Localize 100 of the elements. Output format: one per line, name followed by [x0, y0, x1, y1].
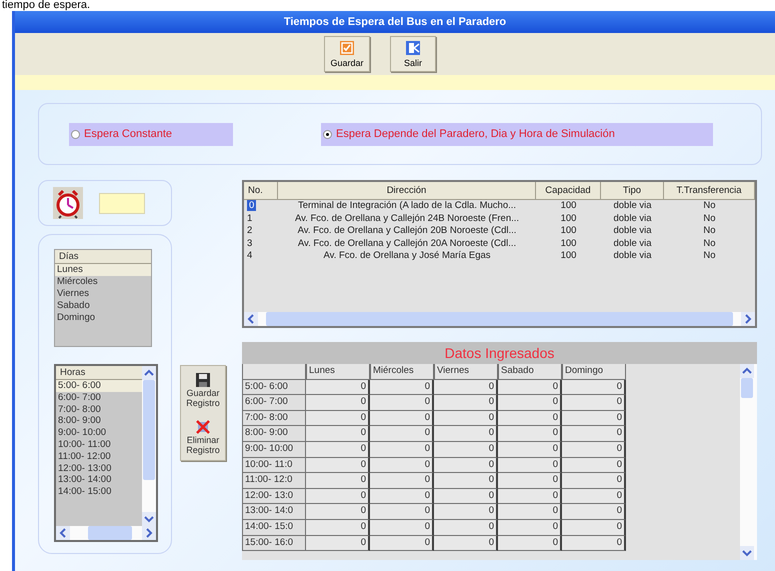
table-cell[interactable]: 0	[562, 473, 626, 489]
table-cell[interactable]: 0	[498, 380, 562, 396]
table-cell[interactable]: 0	[434, 426, 498, 442]
scroll-down-icon[interactable]	[740, 546, 754, 560]
scrollbar-thumb[interactable]	[741, 378, 753, 398]
table-cell[interactable]: 0	[498, 536, 562, 552]
scroll-right-icon[interactable]	[741, 312, 755, 326]
table-cell[interactable]: 0	[370, 426, 434, 442]
scroll-down-icon[interactable]	[142, 512, 156, 526]
scrollbar-thumb[interactable]	[88, 526, 132, 540]
table-cell[interactable]: 0	[562, 426, 626, 442]
table-cell[interactable]: 0	[562, 458, 626, 474]
table-cell[interactable]: 0	[434, 536, 498, 552]
hours-list[interactable]: Horas 5:00- 6:00 6:00- 7:00 7:00- 8:00 8:00- 9:00 9:00- 10:00 10:00- 11:00 11:00- 12:00 12:00- 13:00 13:00- 14:00 14:00- 15:00	[54, 364, 158, 542]
table-cell[interactable]: 0	[306, 380, 370, 396]
table-cell[interactable]: 0	[306, 410, 370, 426]
table-cell[interactable]: 0	[306, 473, 370, 489]
delete-record-button[interactable]: Eliminar Registro	[181, 418, 225, 454]
scroll-left-icon[interactable]	[56, 526, 70, 540]
table-cell[interactable]: 0	[370, 536, 434, 552]
table-cell[interactable]: 0	[306, 504, 370, 520]
row-number[interactable]: 0	[247, 200, 256, 211]
table-cell[interactable]: 0	[370, 442, 434, 458]
save-button[interactable]: Guardar	[324, 36, 370, 72]
scrollbar-thumb[interactable]	[266, 312, 733, 326]
list-item[interactable]: 13:00- 14:00	[56, 474, 142, 486]
scrollbar-thumb[interactable]	[143, 380, 155, 480]
row-number[interactable]: 1	[247, 212, 252, 224]
table-cell[interactable]: 0	[306, 442, 370, 458]
list-header[interactable]: Horas	[56, 366, 142, 380]
table-cell[interactable]: 0	[562, 380, 626, 396]
table-cell[interactable]: 0	[370, 410, 434, 426]
table-cell[interactable]: 0	[370, 488, 434, 504]
table-cell[interactable]: 0	[562, 488, 626, 504]
table-cell[interactable]: 0	[498, 426, 562, 442]
exit-button[interactable]: Salir	[390, 36, 436, 72]
table-cell[interactable]: 0	[434, 395, 498, 411]
table-cell[interactable]: 0	[434, 473, 498, 489]
save-record-button[interactable]: Guardar Registro	[181, 372, 225, 408]
list-header[interactable]: Días	[55, 250, 151, 264]
table-cell[interactable]: 0	[370, 504, 434, 520]
table-cell[interactable]: 0	[562, 520, 626, 536]
list-item[interactable]: 8:00- 9:00	[56, 415, 142, 428]
table-cell[interactable]: 0	[562, 442, 626, 458]
list-item[interactable]: 12:00- 13:00	[56, 462, 142, 474]
column-header[interactable]: No.	[244, 182, 278, 200]
list-item[interactable]: Lunes	[55, 264, 151, 276]
table-cell[interactable]: 0	[306, 488, 370, 504]
table-cell[interactable]: 0	[306, 536, 370, 552]
scroll-left-icon[interactable]	[244, 312, 258, 326]
table-cell[interactable]: 0	[434, 442, 498, 458]
row-number[interactable]: 4	[247, 250, 252, 261]
scroll-up-icon[interactable]	[740, 364, 754, 378]
row-number[interactable]: 3	[247, 238, 252, 248]
table-cell[interactable]: 0	[434, 520, 498, 536]
table-cell[interactable]: 0	[498, 395, 562, 411]
table-cell[interactable]: 0	[370, 520, 434, 536]
table-cell[interactable]: 0	[498, 410, 562, 426]
table-cell[interactable]: 0	[498, 442, 562, 458]
table-cell[interactable]: 0	[306, 426, 370, 442]
table-cell[interactable]: 0	[306, 458, 370, 474]
table-cell[interactable]: 0	[370, 395, 434, 411]
table-cell[interactable]: 0	[370, 458, 434, 474]
table-cell[interactable]: 0	[498, 488, 562, 504]
table-cell[interactable]: 0	[370, 380, 434, 396]
table-cell[interactable]: 0	[370, 473, 434, 489]
table-cell[interactable]: 0	[434, 488, 498, 504]
column-header[interactable]: Dirección	[278, 182, 536, 200]
table-cell[interactable]: 0	[562, 410, 626, 426]
list-item[interactable]: Miércoles	[55, 276, 151, 288]
table-cell[interactable]: 0	[306, 520, 370, 536]
column-header[interactable]: Tipo	[601, 182, 664, 200]
table-cell[interactable]: 0	[306, 395, 370, 411]
column-header[interactable]: Capacidad	[536, 182, 601, 200]
list-item[interactable]: 5:00- 6:00	[56, 380, 142, 392]
radio-button[interactable]	[71, 130, 80, 138]
list-item[interactable]: 7:00- 8:00	[56, 404, 142, 416]
list-item[interactable]: Viernes	[55, 288, 151, 300]
table-cell[interactable]: 0	[434, 380, 498, 396]
table-cell[interactable]: 0	[562, 536, 626, 552]
column-header[interactable]: T.Transferencia	[664, 182, 755, 200]
table-cell[interactable]: 0	[434, 504, 498, 520]
list-item[interactable]: Domingo	[55, 312, 151, 324]
scroll-right-icon[interactable]	[142, 526, 156, 540]
list-item[interactable]: 14:00- 15:00	[56, 486, 142, 498]
table-cell[interactable]: 0	[498, 504, 562, 520]
table-cell[interactable]: 0	[434, 458, 498, 474]
table-cell[interactable]: 0	[498, 473, 562, 489]
list-item[interactable]: 6:00- 7:00	[56, 392, 142, 404]
table-cell[interactable]: 0	[562, 395, 626, 411]
list-item[interactable]: Sabado	[55, 300, 151, 312]
table-cell[interactable]: 0	[434, 410, 498, 426]
table-cell[interactable]: 0	[498, 458, 562, 474]
list-item[interactable]: 10:00- 11:00	[56, 438, 142, 451]
scroll-up-icon[interactable]	[142, 366, 156, 380]
time-input-field[interactable]	[99, 192, 145, 214]
radio-button[interactable]	[323, 130, 332, 138]
list-item[interactable]: 9:00- 10:00	[56, 427, 142, 439]
list-item[interactable]: 11:00- 12:00	[56, 450, 142, 463]
table-cell[interactable]: 0	[562, 504, 626, 520]
